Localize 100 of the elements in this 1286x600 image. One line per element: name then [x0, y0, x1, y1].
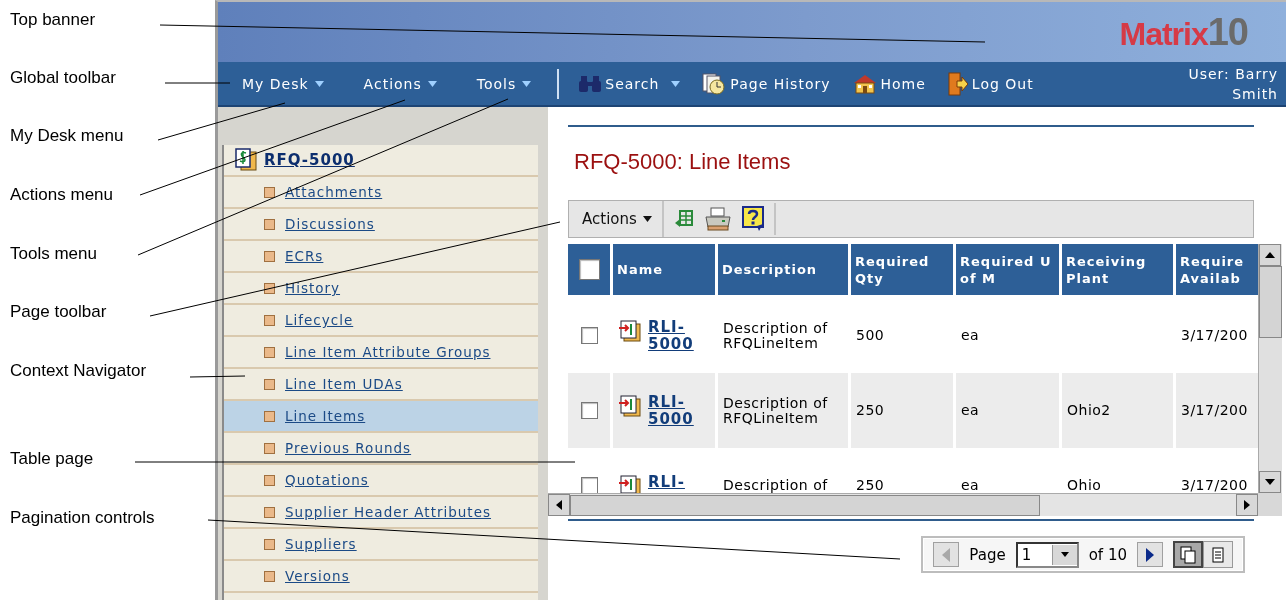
toolbar-link[interactable]: Home — [852, 73, 926, 94]
bullet-square-icon — [264, 378, 275, 390]
column-header[interactable]: Receiving Plant — [1062, 244, 1173, 298]
table-cell-text: 250 — [855, 476, 886, 493]
bullet-square-icon — [264, 346, 275, 358]
table-cell-text: 3/17/200 — [1180, 476, 1249, 493]
nav-item[interactable]: Line Item Attribute Groups — [224, 337, 538, 369]
table-cell-text: ea — [960, 326, 981, 345]
page-label: Page — [969, 545, 1006, 564]
leader-line — [189, 375, 246, 378]
checkbox[interactable] — [580, 327, 598, 344]
actions-menu[interactable]: Actions — [569, 201, 664, 237]
door-exit-icon — [947, 71, 968, 96]
page-count: of 10 — [1088, 545, 1127, 564]
column-header[interactable]: Require Availab — [1176, 244, 1258, 298]
item-link[interactable]: RLI-5000 — [648, 318, 698, 353]
toolbar-menu[interactable]: My Desk — [242, 75, 324, 92]
help-icon[interactable] — [741, 206, 766, 232]
export-icon[interactable] — [673, 209, 694, 229]
caret-icon — [522, 80, 532, 87]
root-link[interactable]: RFQ-5000 — [264, 151, 355, 169]
horizontal-scrollbar[interactable] — [548, 493, 1258, 516]
table-cell: Ohio2 — [1062, 373, 1173, 448]
caret-icon — [671, 80, 681, 87]
callout-label: Pagination controls — [9, 508, 155, 528]
document-arrow-icon — [618, 393, 642, 418]
table-cell: ea — [956, 373, 1059, 448]
table-cell-text: Description of — [722, 476, 829, 493]
item-link[interactable]: RLI- — [648, 473, 698, 491]
nav-item[interactable]: ECRs — [224, 241, 538, 273]
user-name: User: Barry Smith — [1187, 64, 1278, 104]
callout-label: Actions menu — [9, 185, 113, 205]
left-arrow-icon[interactable] — [556, 500, 562, 510]
caret-icon — [642, 216, 652, 222]
table-cell-text: Ohio — [1066, 476, 1103, 493]
page-clock-icon — [702, 72, 727, 95]
nav-item[interactable]: Line Items — [224, 401, 538, 433]
stacked-pages-icon[interactable] — [1173, 541, 1203, 568]
nav-item[interactable]: Suppliers — [224, 529, 538, 561]
scrollbar-corner — [1258, 493, 1282, 516]
up-arrow-icon[interactable] — [1265, 252, 1275, 258]
down-arrow-icon[interactable] — [1265, 479, 1275, 485]
logo: Matrix10 — [1119, 10, 1248, 54]
bullet-square-icon — [264, 442, 275, 454]
bullet-square-icon — [264, 570, 275, 582]
nav-item[interactable]: Discussions — [224, 209, 538, 241]
toolbar-menu[interactable]: Actions — [363, 75, 437, 92]
checkbox[interactable] — [580, 402, 598, 419]
nav-item[interactable]: Lifecycle — [224, 305, 538, 337]
next-page-button[interactable] — [1137, 542, 1163, 567]
bullet-square-icon — [264, 218, 275, 230]
toolbar-menu[interactable]: Tools — [476, 75, 532, 92]
checkbox[interactable] — [578, 259, 600, 280]
nav-item[interactable]: Quotations — [224, 465, 538, 497]
column-header[interactable]: Required U of M — [956, 244, 1059, 298]
single-page-icon[interactable] — [1203, 541, 1233, 568]
bullet-square-icon — [264, 186, 275, 198]
table-cell-text: ea — [960, 476, 981, 493]
binoculars-icon — [579, 74, 602, 93]
callout-label: Page toolbar — [9, 302, 107, 322]
table-cell: 250 — [851, 373, 953, 448]
dropdown-arrow-icon — [1060, 552, 1069, 557]
checkbox[interactable] — [580, 477, 598, 493]
bullet-square-icon — [264, 474, 275, 486]
nav-item[interactable]: Previous Rounds — [224, 433, 538, 465]
table-cell-text: Description of RFQLineItem — [722, 318, 829, 353]
page-select[interactable]: 1 — [1015, 541, 1079, 568]
bullet-square-icon — [264, 410, 275, 422]
printer-icon[interactable] — [703, 207, 732, 231]
right-arrow-icon — [1146, 547, 1154, 562]
bullet-square-icon — [264, 282, 275, 294]
table-cell-text: 500 — [855, 326, 886, 345]
callout-label: Tools menu — [9, 244, 97, 264]
caret-icon — [314, 80, 324, 87]
column-header[interactable]: Name — [613, 244, 715, 298]
nav-item[interactable]: Versions — [224, 561, 538, 593]
left-arrow-icon — [942, 547, 951, 562]
toolbar-link[interactable]: Page History — [702, 72, 831, 95]
toolbar-link[interactable]: Search — [579, 74, 681, 93]
caret-icon — [427, 80, 437, 87]
bullet-square-icon — [264, 538, 275, 550]
house-icon — [852, 73, 877, 94]
callout-label: Context Navigator — [9, 361, 147, 381]
column-header[interactable]: Required Qty — [851, 244, 953, 298]
table-cell: 3/17/200 — [1176, 373, 1258, 448]
table-cell-text: 3/17/200 — [1180, 326, 1249, 345]
nav-item[interactable]: Supplier Header Attributes — [224, 497, 538, 529]
column-header[interactable]: Description — [718, 244, 848, 298]
right-arrow-icon[interactable] — [1244, 500, 1250, 510]
nav-item[interactable]: History — [224, 273, 538, 305]
leader-line — [164, 82, 231, 84]
table-cell: Description of RFQLineItem — [718, 373, 848, 448]
callout-label: Global toolbar — [9, 68, 116, 88]
bullet-square-icon — [264, 314, 275, 326]
toolbar-link[interactable]: Log Out — [947, 71, 1034, 96]
document-dollar-icon — [234, 148, 258, 172]
nav-item[interactable]: Attachments — [224, 177, 538, 209]
document-arrow-icon — [618, 318, 642, 343]
bullet-square-icon — [264, 506, 275, 518]
vertical-scrollbar[interactable] — [1258, 244, 1282, 493]
